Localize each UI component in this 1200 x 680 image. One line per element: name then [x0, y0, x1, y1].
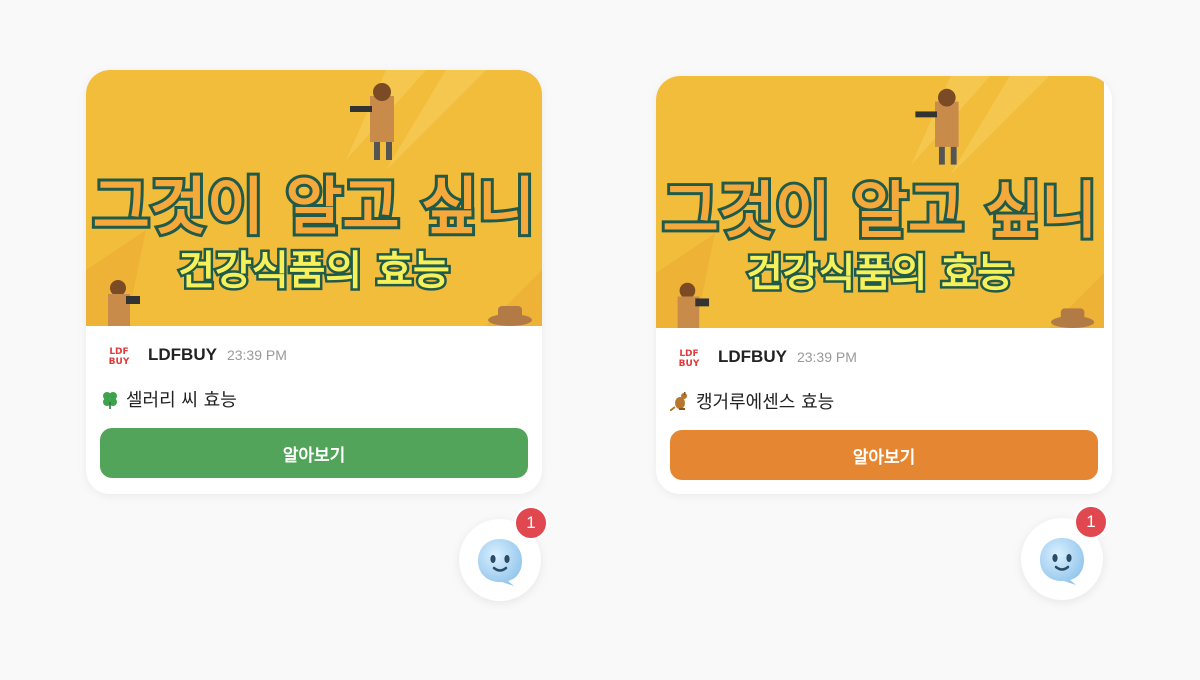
banner-image: 그것이 알고 싶니 건강식품의 효능 — [86, 70, 542, 326]
timestamp: 23:39 PM — [226, 347, 287, 363]
learn-more-button[interactable]: 알아보기 — [100, 428, 528, 478]
message-card[interactable]: 그것이 알고 싶니 건강식품의 효능 LDF BUY LDFBUY 23:39 … — [656, 76, 1112, 494]
chat-ghost-icon — [1040, 538, 1084, 585]
meta-row: LDF BUY LDFBUY 23:39 PM — [100, 326, 528, 384]
timestamp: 23:39 PM — [796, 349, 857, 365]
kangaroo-icon — [670, 392, 687, 411]
svg-text:LDF: LDF — [679, 349, 698, 359]
chat-launcher-button[interactable]: 1 — [459, 506, 548, 601]
chat-launcher-button[interactable]: 1 — [1021, 505, 1108, 600]
message-card[interactable]: 그것이 알고 싶니 건강식품의 효능 LDF BUY LDFBUY 23:39 … — [86, 70, 542, 494]
banner-title: 그것이 알고 싶니 — [663, 175, 1098, 246]
banner-title: 그것이 알고 싶니 — [93, 170, 535, 243]
brand-name: LDFBUY — [718, 347, 787, 366]
banner-subtitle: 건강식품의 효능 — [178, 248, 450, 294]
svg-text:BUY: BUY — [679, 359, 700, 368]
message-row: 셀러리 씨 효능 — [100, 384, 528, 414]
promo-banner[interactable]: 그것이 알고 싶니 건강식품의 효능 — [656, 76, 1112, 328]
message-text: 캥거루에센스 효능 — [696, 392, 835, 413]
brand-name: LDFBUY — [148, 345, 217, 364]
ldfbuy-logo-icon: LDF BUY — [100, 344, 138, 366]
message-row: 캥거루에센스 효능 — [670, 386, 1098, 416]
meta-row: LDF BUY LDFBUY 23:39 PM — [670, 328, 1098, 386]
svg-text:BUY: BUY — [109, 357, 130, 366]
message-text: 셀러리 씨 효능 — [126, 390, 237, 411]
promo-banner[interactable]: 그것이 알고 싶니 건강식품의 효능 — [86, 70, 542, 326]
chat-ghost-icon — [478, 539, 522, 586]
notification-badge: 1 — [1074, 505, 1108, 539]
learn-more-button[interactable]: 알아보기 — [670, 430, 1098, 480]
banner-image: 그것이 알고 싶니 건강식품의 효능 — [656, 76, 1104, 328]
clover-icon — [103, 392, 117, 409]
svg-text:LDF: LDF — [109, 347, 128, 357]
notification-badge: 1 — [514, 506, 548, 540]
banner-subtitle: 건강식품의 효능 — [747, 251, 1014, 297]
ldfbuy-logo-icon: LDF BUY — [670, 346, 708, 368]
